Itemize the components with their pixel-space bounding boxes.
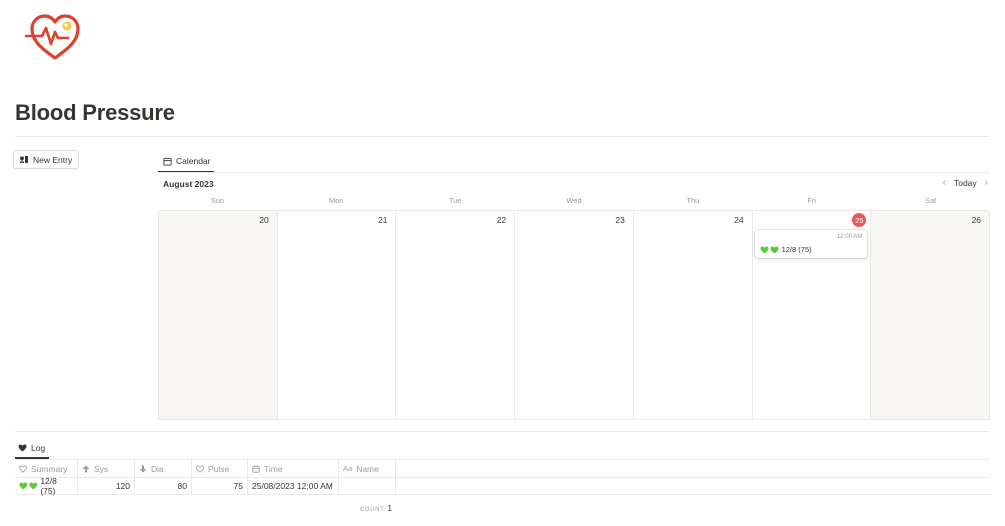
column-label: Dia [151, 463, 164, 474]
today-day-badge: 25 [852, 213, 867, 227]
summary-text: 12/8 (75) [40, 476, 57, 496]
green-heart-icon [760, 245, 769, 254]
section-divider [15, 431, 990, 432]
arrow-down-icon [139, 465, 147, 472]
calendar-nav: ‹ Today › [941, 177, 990, 188]
column-label: Summary [31, 463, 68, 474]
cell-time[interactable]: 25/08/2023 12:00 AM [248, 478, 339, 494]
column-header-sys[interactable]: Sys [78, 460, 135, 477]
calendar-day-cell[interactable]: 24 [633, 211, 753, 419]
text-icon: Aa [343, 464, 353, 473]
cell-dia[interactable]: 80 [135, 478, 192, 494]
tab-calendar-label: Calendar [176, 156, 211, 166]
log-table: Summary Sys Dia Pulse Time Aa Name 12/8 … [15, 459, 990, 496]
calendar-day-cell-today[interactable]: 25 12:00 AM 12/8 (75) [752, 211, 872, 419]
day-number: 22 [496, 215, 507, 225]
weekday-header: Sun Mon Tue Wed Thu Fri Sat [158, 196, 990, 210]
column-header-time[interactable]: Time [248, 460, 339, 477]
new-entry-label: New Entry [33, 154, 73, 165]
weekday-label: Wed [566, 196, 582, 205]
column-header-pulse[interactable]: Pulse [192, 460, 248, 477]
new-entry-icon [20, 156, 28, 163]
calendar-day-cell[interactable]: 21 [277, 211, 397, 419]
cell-pulse[interactable]: 75 [192, 478, 248, 494]
calendar-day-cell[interactable]: 26 [871, 211, 991, 419]
tab-calendar[interactable]: Calendar [158, 150, 216, 172]
column-header-dia[interactable]: Dia [135, 460, 192, 477]
cell-empty [396, 478, 990, 494]
heart-icon [196, 464, 204, 473]
event-title: 12/8 (75) [760, 245, 812, 254]
calendar-day-cell[interactable]: 23 [515, 211, 634, 419]
chevron-left-icon[interactable]: ‹ [941, 177, 948, 188]
month-label: August 2023 [163, 179, 214, 189]
event-time: 12:00 AM [836, 234, 863, 240]
column-label: Sys [94, 463, 109, 474]
weekday-label: Tue [448, 196, 462, 205]
event-title-text: 12/8 (75) [781, 245, 812, 254]
column-header-summary[interactable]: Summary [15, 460, 78, 477]
cell-name[interactable] [339, 478, 396, 494]
heart-pulse-logo-icon [24, 12, 86, 64]
title-divider [15, 136, 990, 137]
weekday-label: Sun [210, 196, 225, 205]
today-button[interactable]: Today [954, 178, 977, 188]
count-label: COUNT [360, 507, 385, 513]
calendar-event-card[interactable]: 12:00 AM 12/8 (75) [754, 230, 868, 258]
table-header-row: Summary Sys Dia Pulse Time Aa Name [15, 459, 990, 477]
green-heart-icon [19, 482, 28, 490]
green-heart-icon [29, 482, 37, 490]
weekday-label: Mon [328, 196, 344, 205]
cell-summary[interactable]: 12/8 (75) [15, 476, 78, 496]
weekday-label: Sat [924, 196, 937, 205]
tab-log[interactable]: Log [15, 438, 48, 458]
cell-sys[interactable]: 120 [78, 478, 135, 494]
calendar-icon [252, 465, 260, 473]
calendar-day-cell[interactable]: 20 [159, 211, 278, 419]
day-number: 24 [734, 215, 744, 225]
calendar-day-cell[interactable]: 22 [396, 211, 516, 419]
column-label: Pulse [208, 463, 230, 474]
day-number: 21 [377, 215, 388, 225]
tab-log-label: Log [31, 443, 46, 453]
new-entry-button[interactable]: New Entry [13, 150, 79, 169]
column-header-empty [396, 460, 990, 477]
weekday-label: Fri [807, 196, 817, 205]
column-label: Name [356, 463, 379, 474]
arrow-up-icon [82, 465, 90, 472]
chevron-right-icon[interactable]: › [983, 177, 990, 188]
count-value: 1 [387, 503, 393, 513]
calendar-icon [163, 157, 172, 166]
table-row[interactable]: 12/8 (75) 120 80 75 25/08/2023 12:00 AM [15, 476, 990, 496]
page-title: Blood Pressure [15, 100, 175, 125]
heart-icon [18, 444, 27, 452]
calendar-tabs-divider [158, 172, 990, 173]
heart-icon [19, 464, 27, 473]
table-count: COUNT 1 [360, 503, 392, 513]
day-number: 23 [615, 215, 625, 225]
weekday-label: Thu [686, 196, 700, 205]
day-number: 26 [971, 215, 982, 225]
day-number: 20 [259, 215, 269, 225]
column-label: Time [264, 463, 283, 474]
green-heart-icon [770, 245, 779, 254]
calendar-week-grid: 20 21 22 23 24 25 12:00 AM 12/8 (75) 26 [158, 210, 991, 420]
column-header-name[interactable]: Aa Name [339, 460, 396, 477]
